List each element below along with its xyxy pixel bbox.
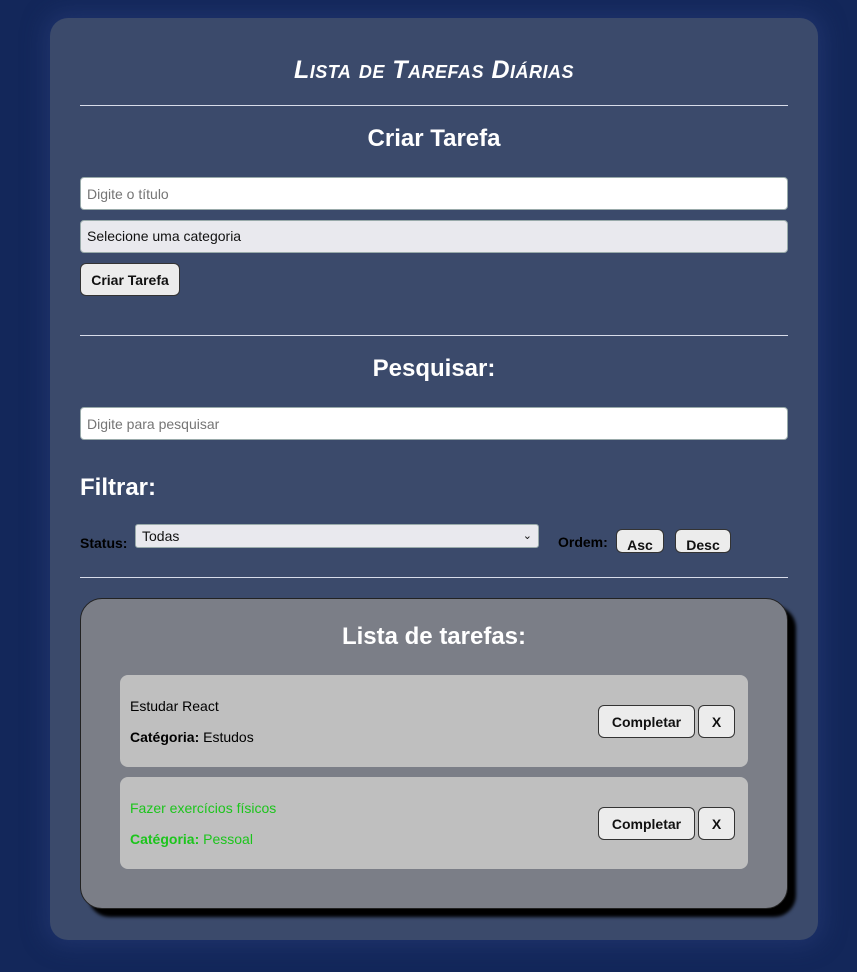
chevron-down-icon: ⌄: [522, 530, 532, 542]
status-select-value: Todas: [142, 528, 180, 544]
app-container: Lista de Tarefas Diárias Criar Tarefa Se…: [50, 18, 818, 940]
complete-task-button[interactable]: Completar: [598, 807, 695, 840]
create-task-button[interactable]: Criar Tarefa: [80, 263, 180, 296]
sort-asc-button[interactable]: Asc: [616, 529, 664, 553]
divider: [80, 105, 788, 106]
order-label: Ordem:: [558, 534, 608, 550]
task-item: Estudar React Catégoria: Estudos Complet…: [120, 675, 748, 767]
task-item: Fazer exercícios físicos Catégoria: Pess…: [120, 777, 748, 869]
app-title: Lista de Tarefas Diárias: [293, 56, 575, 84]
delete-task-button[interactable]: X: [698, 705, 735, 738]
complete-task-button[interactable]: Completar: [598, 705, 695, 738]
category-select[interactable]: Selecione uma categoria: [80, 220, 788, 253]
task-list-panel: Lista de tarefas: Estudar React Catégori…: [80, 598, 788, 909]
task-list-heading: Lista de tarefas:: [341, 623, 527, 650]
search-heading: Pesquisar:: [372, 355, 496, 382]
status-select[interactable]: Todas ⌄: [135, 524, 539, 548]
divider: [80, 577, 788, 578]
delete-task-button[interactable]: X: [698, 807, 735, 840]
task-category-label: Catégoria:: [130, 831, 200, 847]
create-task-heading: Criar Tarefa: [367, 125, 501, 152]
task-title: Fazer exercícios físicos: [130, 800, 277, 816]
filter-heading: Filtrar:: [80, 474, 157, 501]
sort-desc-button[interactable]: Desc: [675, 529, 731, 553]
task-category-value: Pessoal: [203, 831, 253, 847]
task-category: Catégoria: Estudos: [130, 729, 254, 745]
task-title: Estudar React: [130, 698, 219, 714]
task-category: Catégoria: Pessoal: [130, 831, 253, 847]
task-category-label: Catégoria:: [130, 729, 200, 745]
divider: [80, 335, 788, 336]
search-input[interactable]: [80, 407, 788, 440]
task-category-value: Estudos: [203, 729, 254, 745]
task-title-input[interactable]: [80, 177, 788, 210]
status-label: Status:: [80, 535, 128, 551]
